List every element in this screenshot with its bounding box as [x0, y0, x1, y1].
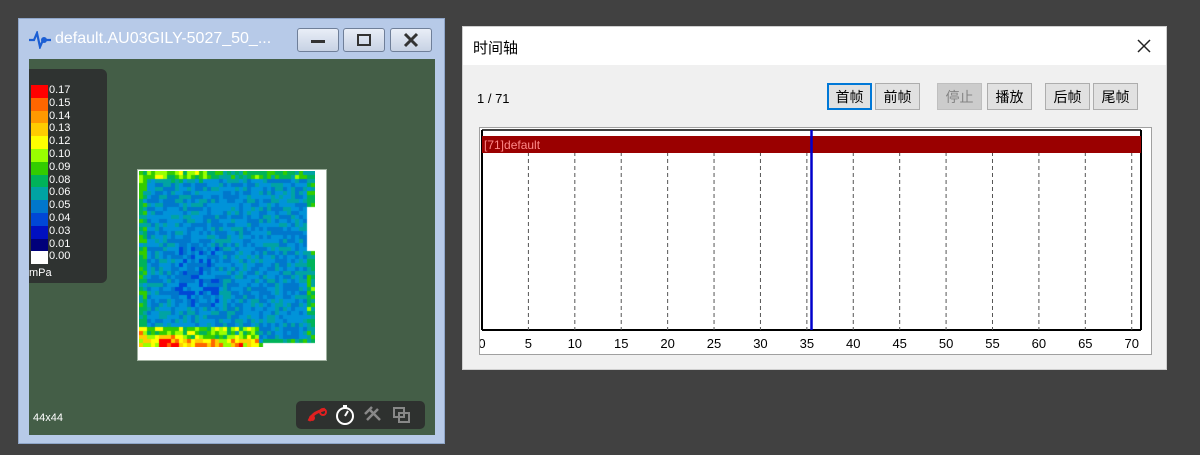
legend-label: 0.00 — [49, 250, 71, 263]
legend-swatch — [31, 97, 48, 111]
legend-unit: mPa — [29, 267, 52, 279]
tick-label: 65 — [1078, 336, 1092, 351]
frame-counter: 1 / 71 — [477, 91, 510, 106]
pulse-app-icon — [29, 31, 51, 49]
window-title: default.AU03GILY-5027_50_... — [55, 30, 272, 47]
legend-label: 0.03 — [49, 224, 71, 237]
grid-size-label: 44x44 — [33, 412, 63, 424]
legend-label: 0.13 — [49, 122, 71, 135]
legend-swatch — [31, 110, 48, 124]
legend-label: 0.08 — [49, 173, 71, 186]
dialog-title: 时间轴 — [473, 39, 519, 57]
legend-swatch — [31, 225, 48, 239]
legend-swatch — [31, 149, 48, 162]
legend-swatch — [31, 161, 48, 175]
close-button[interactable] — [390, 28, 432, 52]
view-toolbar — [296, 401, 425, 429]
tick-label: 55 — [985, 336, 999, 351]
legend-label: 0.09 — [49, 160, 71, 173]
timeline-track-area[interactable]: 0 5 10 15 20 25 30 35 40 45 50 55 60 65 70 [71]default — [479, 127, 1152, 355]
tick-label: 25 — [707, 336, 721, 351]
legend-label: 0.17 — [49, 84, 71, 96]
legend-swatch — [31, 174, 48, 188]
timeline-chart[interactable]: 0 5 10 15 20 25 30 35 40 45 50 55 60 65 70 [71]default — [480, 128, 1151, 354]
prev-frame-button[interactable]: 前帧 — [875, 83, 920, 110]
minimize-icon — [311, 40, 325, 43]
tick-label: 10 — [568, 336, 582, 351]
tick-label: 15 — [614, 336, 628, 351]
legend-swatch — [31, 251, 48, 265]
legend-swatch — [31, 136, 48, 149]
legend-label: 0.10 — [49, 148, 71, 160]
tools-icon[interactable] — [305, 404, 329, 426]
tick-label: 40 — [846, 336, 860, 351]
tick-label: 60 — [1032, 336, 1046, 351]
legend-swatch — [31, 187, 48, 201]
tick-label: 30 — [753, 336, 767, 351]
close-icon[interactable] — [1136, 38, 1152, 54]
stop-button[interactable]: 停止 — [937, 83, 982, 110]
heatmap-window: default.AU03GILY-5027_50_... mPa 0.17 0.1… — [18, 18, 445, 444]
copy-icon[interactable] — [390, 404, 414, 426]
legend-swatch — [31, 200, 48, 213]
legend-swatch — [31, 123, 48, 137]
next-frame-button[interactable]: 后帧 — [1045, 83, 1090, 110]
tick-label: 45 — [892, 336, 906, 351]
heatmap-viewport[interactable]: mPa 0.17 0.15 0.14 0.13 0.12 0.10 0.09 0.08 0.06… — [29, 59, 435, 435]
color-legend: mPa 0.17 0.15 0.14 0.13 0.12 0.10 0.09 0.08 0.06… — [29, 69, 107, 283]
legend-label: 0.12 — [49, 135, 71, 148]
tick-label: 0 — [480, 336, 486, 351]
heatmap-frame — [137, 169, 327, 361]
legend-swatch — [31, 238, 48, 252]
legend-entry: 0.00 — [31, 250, 105, 265]
legend-label: 0.06 — [49, 186, 71, 199]
legend-swatch — [31, 213, 48, 226]
pressure-heatmap[interactable] — [139, 171, 315, 347]
first-frame-button[interactable]: 首帧 — [827, 83, 872, 110]
dialog-titlebar[interactable]: 时间轴 — [463, 27, 1166, 65]
legend-label: 0.14 — [49, 109, 71, 122]
window-titlebar[interactable]: default.AU03GILY-5027_50_... — [19, 19, 444, 59]
track-label: [71]default — [484, 138, 541, 152]
tick-label: 35 — [800, 336, 814, 351]
legend-label: 0.15 — [49, 96, 71, 109]
timeline-dialog: 时间轴 1 / 71 首帧 前帧 停止 播放 后帧 尾帧 0 5 10 15 20 25 3… — [462, 26, 1167, 370]
maximize-icon — [357, 34, 371, 46]
legend-label: 0.01 — [49, 237, 71, 250]
satellite-icon[interactable] — [362, 404, 386, 426]
close-icon — [403, 32, 419, 48]
legend-label: 0.05 — [49, 199, 71, 212]
tick-label: 50 — [939, 336, 953, 351]
timer-icon[interactable] — [333, 404, 357, 426]
last-frame-button[interactable]: 尾帧 — [1093, 83, 1138, 110]
legend-swatch — [31, 85, 48, 98]
tick-label: 5 — [525, 336, 532, 351]
legend-label: 0.04 — [49, 212, 71, 224]
tick-label: 70 — [1124, 336, 1138, 351]
minimize-button[interactable] — [297, 28, 339, 52]
maximize-button[interactable] — [343, 28, 385, 52]
play-button[interactable]: 播放 — [987, 83, 1032, 110]
tick-label: 20 — [660, 336, 674, 351]
